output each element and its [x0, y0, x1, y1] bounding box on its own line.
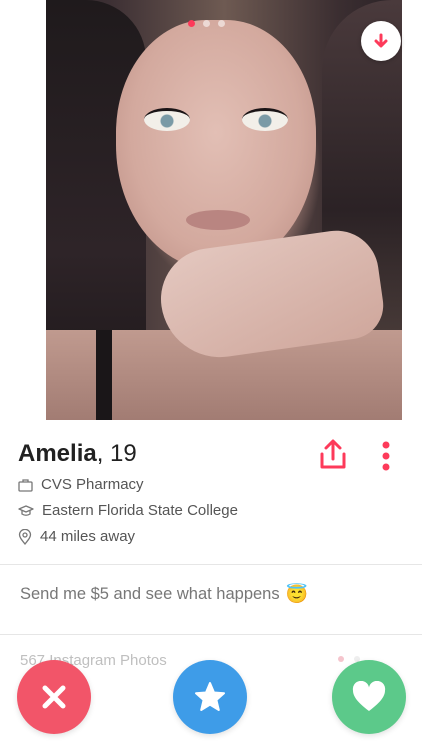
photo-lips [186, 210, 250, 230]
job-text: CVS Pharmacy [41, 476, 144, 493]
graduation-cap-icon [18, 504, 34, 516]
photo-indicator [188, 20, 225, 27]
photo-face [116, 20, 316, 270]
more-options-icon[interactable] [378, 440, 394, 474]
like-button[interactable] [332, 660, 406, 734]
distance-row: 44 miles away [18, 528, 135, 545]
nope-button[interactable] [17, 660, 91, 734]
school-row: Eastern Florida State College [18, 502, 238, 519]
divider [0, 634, 422, 635]
profile-photo[interactable] [46, 0, 402, 420]
photo-strap [96, 330, 112, 420]
star-icon [195, 682, 225, 711]
photo-indicator-dot-active[interactable] [188, 20, 195, 27]
super-like-button[interactable] [173, 660, 247, 734]
photo-eye-left [144, 108, 190, 131]
briefcase-icon [18, 478, 33, 492]
instagram-pager-dot-active[interactable] [338, 656, 344, 662]
halo-emoji-icon: 😇 [285, 584, 309, 604]
location-pin-icon [18, 528, 32, 545]
distance-text: 44 miles away [40, 528, 136, 545]
photo-indicator-dot[interactable] [218, 20, 225, 27]
profile-name-row: Amelia, 19 [18, 440, 137, 468]
school-text: Eastern Florida State College [42, 502, 238, 519]
job-row: CVS Pharmacy [18, 476, 144, 493]
arrow-down-icon [374, 33, 388, 48]
bio-text: Send me $5 and see what happens [20, 585, 280, 603]
close-icon [42, 685, 66, 709]
profile-name: Amelia [18, 440, 97, 467]
heart-icon [352, 681, 386, 711]
photo-eye-right [242, 108, 288, 131]
share-icon[interactable] [317, 438, 349, 472]
divider [0, 564, 422, 565]
profile-age: , 19 [96, 440, 137, 467]
photo-indicator-dot[interactable] [203, 20, 210, 27]
bio: Send me $5 and see what happens 😇 [20, 584, 308, 605]
collapse-profile-button[interactable] [361, 21, 401, 61]
